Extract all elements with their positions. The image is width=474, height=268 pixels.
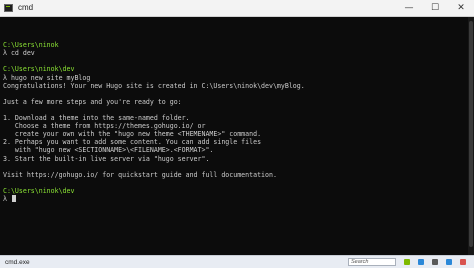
tray-icon-1[interactable] — [404, 259, 410, 265]
cmd-app-icon — [4, 4, 13, 12]
cwd-path: C:\Users\ninok\dev — [3, 65, 75, 74]
terminal-line: λ cd dev — [3, 49, 305, 57]
terminal-line: Just a few more steps and you're ready t… — [3, 98, 305, 106]
title-bar: cmd — ☐ ✕ — [0, 0, 474, 17]
taskbar-search-input[interactable]: Search — [348, 258, 396, 266]
line-text: 1. Download a theme into the same-named … — [3, 114, 190, 123]
terminal-line: 1. Download a theme into the same-named … — [3, 114, 305, 122]
terminal-line: C:\Users\ninok\dev — [3, 65, 305, 73]
scrollbar-thumb[interactable] — [469, 21, 473, 247]
line-text: with "hugo new <SECTIONNAME>\<FILENAME>.… — [3, 146, 214, 155]
line-text: Just a few more steps and you're ready t… — [3, 97, 182, 106]
tray-icon-3[interactable] — [432, 259, 438, 265]
terminal-line: Visit https://gohugo.io/ for quickstart … — [3, 171, 305, 179]
terminal-line: Choose a theme from https://themes.gohug… — [3, 122, 305, 130]
line-text: 2. Perhaps you want to add some content.… — [3, 138, 262, 147]
cwd-path: C:\Users\ninok\dev — [3, 186, 75, 195]
line-text: Congratulations! Your new Hugo site is c… — [3, 81, 305, 90]
tray-icon-5[interactable] — [460, 259, 466, 265]
text-cursor — [11, 194, 16, 202]
close-button[interactable]: ✕ — [448, 0, 474, 16]
minimize-button[interactable]: — — [396, 0, 422, 16]
maximize-button[interactable]: ☐ — [422, 0, 448, 16]
terminal-line: with "hugo new <SECTIONNAME>\<FILENAME>.… — [3, 146, 305, 154]
terminal-line: Congratulations! Your new Hugo site is c… — [3, 82, 305, 90]
terminal-line: C:\Users\ninok — [3, 41, 305, 49]
taskbar: cmd.exe Search — [0, 255, 474, 268]
terminal-line: C:\Users\ninok\dev — [3, 187, 305, 195]
line-text: Visit https://gohugo.io/ for quickstart … — [3, 170, 277, 179]
terminal-output[interactable]: C:\Users\ninok λ cd dev C:\Users\ninok\dev… — [0, 17, 474, 255]
vertical-scrollbar[interactable] — [468, 17, 474, 255]
line-text: λ cd dev — [3, 49, 35, 58]
prompt-symbol: λ — [3, 194, 7, 203]
cwd-path: C:\Users\ninok — [3, 41, 59, 50]
line-text: Choose a theme from https://themes.gohug… — [3, 122, 206, 131]
window-title: cmd — [18, 3, 34, 12]
terminal-line: 3. Start the built-in live server via "h… — [3, 155, 305, 163]
terminal-line: create your own with the "hugo new theme… — [3, 130, 305, 138]
line-text: create your own with the "hugo new theme… — [3, 130, 262, 139]
line-text: λ hugo new site myBlog — [3, 73, 91, 82]
terminal-lines: C:\Users\ninok λ cd dev C:\Users\ninok\dev… — [3, 25, 305, 219]
terminal-line: 2. Perhaps you want to add some content.… — [3, 138, 305, 146]
terminal-line: λ hugo new site myBlog — [3, 74, 305, 82]
prompt-line: λ — [3, 194, 305, 203]
taskbar-item-cmd[interactable]: cmd.exe — [5, 259, 30, 266]
line-text: 3. Start the built-in live server via "h… — [3, 154, 210, 163]
tray-icon-2[interactable] — [418, 259, 424, 265]
tray-icon-4[interactable] — [446, 259, 452, 265]
